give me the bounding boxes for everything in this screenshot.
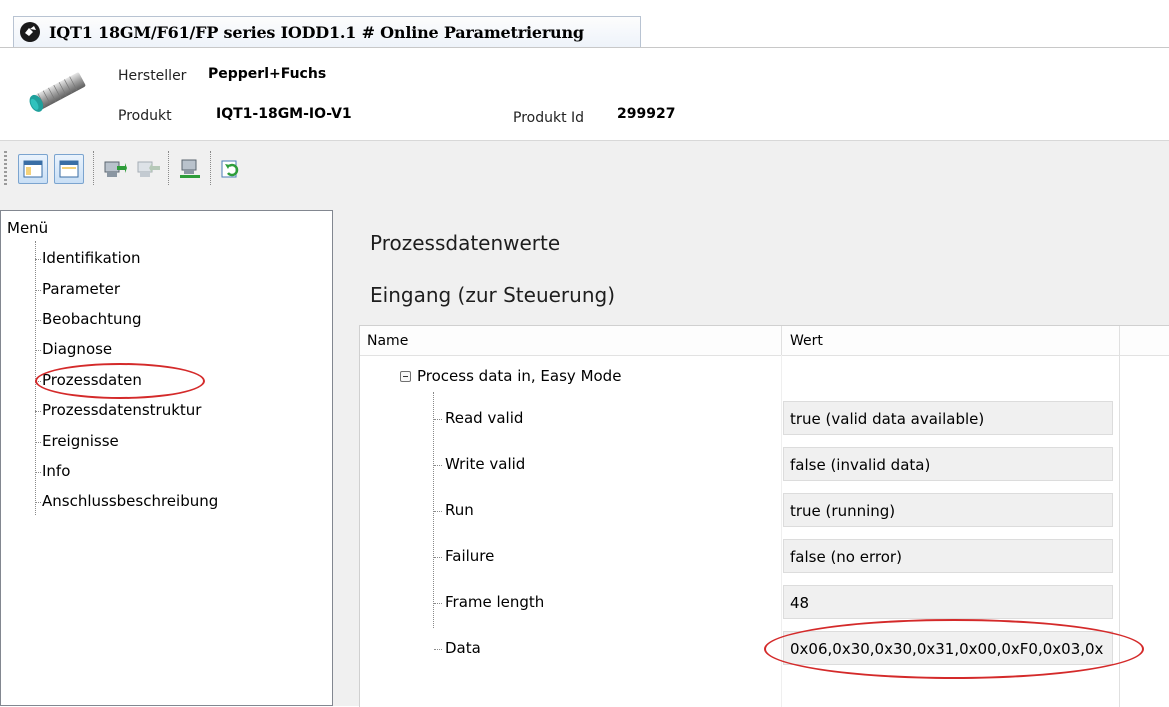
menu-tree-panel: Menü Identifikation Parameter Beobachtun…: [0, 210, 333, 706]
property-value[interactable]: false (no error): [783, 539, 1113, 573]
menu-item-parameter[interactable]: Parameter: [35, 280, 120, 298]
menu-item-diagnose[interactable]: Diagnose: [35, 340, 112, 358]
sensor-image-icon: [29, 72, 86, 112]
property-name: Frame length: [434, 593, 544, 611]
column-header-name[interactable]: Name: [367, 333, 408, 349]
menu-item-identifikation[interactable]: Identifikation: [35, 249, 141, 267]
property-name: Failure: [434, 547, 494, 565]
refresh-export-icon[interactable]: [216, 154, 246, 184]
menu-item-beobachtung[interactable]: Beobachtung: [35, 310, 142, 328]
download-from-device-icon[interactable]: [133, 154, 163, 184]
product-label: Produkt: [118, 108, 172, 124]
property-value[interactable]: 0x06,0x30,0x30,0x31,0x00,0xF0,0x03,0x: [783, 631, 1113, 665]
group-label: Process data in, Easy Mode: [417, 367, 622, 385]
app-logo-icon: [20, 22, 40, 42]
property-name: Write valid: [434, 455, 525, 473]
tab-title: IQT1 18GM/F61/FP series IODD1.1 # Online…: [49, 22, 584, 42]
property-name: Data: [434, 639, 481, 657]
property-grid: Name Wert Process data in, Easy Mode Rea…: [359, 325, 1169, 707]
manufacturer-value: Pepperl+Fuchs: [208, 66, 327, 82]
device-header: Hersteller Pepperl+Fuchs Produkt IQT1-18…: [0, 48, 1169, 140]
collapse-icon[interactable]: [400, 370, 411, 382]
layout-view-2-icon[interactable]: [54, 154, 84, 184]
menu-item-prozessdatenstruktur[interactable]: Prozessdatenstruktur: [35, 401, 201, 419]
menu-item-ereignisse[interactable]: Ereignisse: [35, 432, 119, 450]
product-id-label: Produkt Id: [513, 110, 585, 126]
property-value[interactable]: true (running): [783, 493, 1113, 527]
property-value[interactable]: 48: [783, 585, 1113, 619]
toolbar: [0, 140, 359, 211]
toolbar-grip[interactable]: [4, 151, 7, 187]
menu-item-anschlussbeschreibung[interactable]: Anschlussbeschreibung: [35, 492, 218, 510]
document-tab-strip: IQT1 18GM/F61/FP series IODD1.1 # Online…: [0, 0, 1169, 48]
page-title: Prozessdatenwerte: [370, 231, 561, 255]
column-header-value[interactable]: Wert: [790, 333, 823, 349]
group-row-process-data[interactable]: Process data in, Easy Mode: [400, 367, 621, 385]
menu-item-prozessdaten[interactable]: Prozessdaten: [35, 371, 142, 389]
product-value: IQT1-18GM-IO-V1: [216, 106, 352, 122]
property-value[interactable]: false (invalid data): [783, 447, 1113, 481]
document-tab[interactable]: IQT1 18GM/F61/FP series IODD1.1 # Online…: [13, 16, 641, 47]
property-name: Run: [434, 501, 474, 519]
grid-header: Name Wert: [360, 326, 1169, 356]
upload-to-device-icon[interactable]: [100, 154, 130, 184]
network-device-icon[interactable]: [175, 154, 205, 184]
manufacturer-label: Hersteller: [118, 68, 187, 84]
menu-title: Menü: [7, 219, 49, 237]
property-value[interactable]: true (valid data available): [783, 401, 1113, 435]
section-subtitle: Eingang (zur Steuerung): [370, 283, 615, 307]
layout-view-icon[interactable]: [18, 154, 48, 184]
product-id-value: 299927: [617, 106, 676, 122]
property-name: Read valid: [434, 409, 523, 427]
process-data-panel: Prozessdatenwerte Eingang (zur Steuerung…: [359, 210, 1169, 707]
toolbar-empty-area: [359, 140, 1169, 211]
menu-item-info[interactable]: Info: [35, 462, 70, 480]
